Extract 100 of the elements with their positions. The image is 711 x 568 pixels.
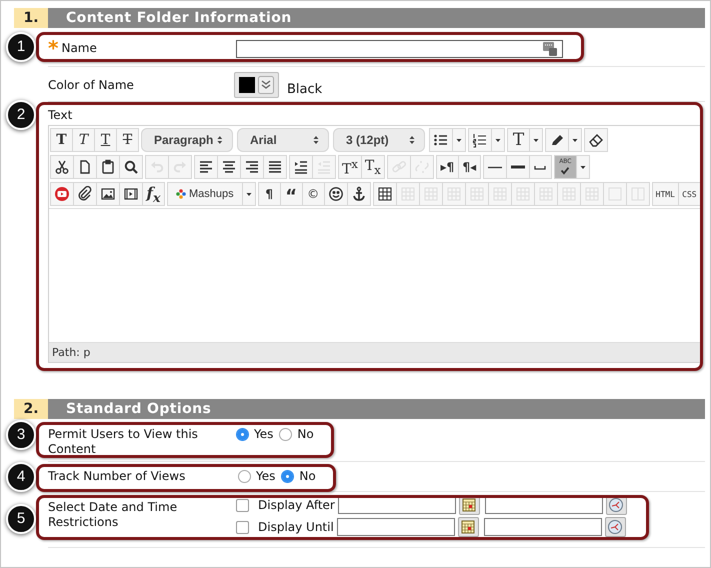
numbered-list-button[interactable]	[468, 128, 492, 152]
underline-button[interactable]: T	[94, 128, 117, 152]
anchor-icon	[350, 186, 367, 202]
dropdown[interactable]: Paragraph	[141, 128, 233, 152]
line-icon	[486, 166, 503, 168]
double-chevron-icon[interactable]	[258, 76, 274, 94]
thick-line-icon	[510, 165, 526, 169]
anchor-button[interactable]	[346, 182, 371, 206]
code-button[interactable]: HTML	[652, 182, 679, 206]
calendar-icon	[461, 520, 476, 534]
clock-button[interactable]	[604, 517, 626, 537]
justify-icon	[267, 159, 283, 175]
name-input[interactable]	[236, 40, 563, 58]
formula-button[interactable]: f$_{x}$	[142, 182, 165, 206]
scissors-icon	[54, 159, 70, 175]
checkbox[interactable]	[236, 520, 249, 534]
copy-button[interactable]	[73, 155, 97, 179]
option-label: Permit Users to View this Content	[48, 427, 199, 457]
align-left-button[interactable]	[194, 155, 218, 179]
play-icon	[54, 186, 70, 202]
italic-button[interactable]: T	[72, 128, 95, 152]
video-button[interactable]	[50, 182, 74, 206]
horizontal-line-button[interactable]	[482, 155, 507, 179]
align-center-button[interactable]	[217, 155, 241, 179]
copyright-button[interactable]: ©	[302, 182, 325, 206]
attach-button[interactable]	[73, 182, 97, 206]
field-tool-icon[interactable]	[543, 42, 557, 56]
calendar-icon	[462, 498, 476, 512]
right-to-left-button[interactable]: ¶◂	[458, 155, 481, 179]
table-icon	[376, 186, 393, 202]
dropdown-arrow-button[interactable]	[529, 128, 543, 152]
clock-icon	[607, 519, 624, 535]
radio-option[interactable]: Yes	[236, 427, 274, 441]
paragraph-mark-button[interactable]: ¶	[258, 182, 281, 206]
calendar-button[interactable]	[458, 517, 479, 537]
marker-icon	[549, 132, 565, 148]
date-input[interactable]	[338, 496, 456, 514]
clipboard-icon	[100, 159, 116, 175]
paste-button[interactable]	[96, 155, 120, 179]
radio-option[interactable]: No	[279, 427, 314, 441]
bullet-list-button[interactable]	[429, 128, 453, 152]
required-mark: *	[48, 41, 58, 55]
mashups-dropdown[interactable]: Mashups	[167, 182, 243, 206]
media-button[interactable]	[119, 182, 143, 206]
image-button[interactable]	[96, 182, 120, 206]
space-icon	[534, 164, 546, 170]
indent-button[interactable]	[289, 155, 313, 179]
space-button[interactable]	[528, 155, 552, 179]
dropdown-arrow-button[interactable]	[576, 155, 590, 179]
dropdown-arrow-button[interactable]	[491, 128, 505, 152]
align-left-icon	[198, 159, 214, 175]
indent-icon	[293, 159, 309, 175]
callout-number: 2	[6, 100, 36, 130]
section-title: Content Folder Information	[48, 8, 705, 28]
dots-icon	[176, 189, 186, 199]
left-to-right-button[interactable]: ▸¶	[436, 155, 459, 179]
time-input[interactable]	[484, 518, 602, 536]
table-button[interactable]	[372, 182, 397, 206]
cut-button[interactable]	[50, 155, 74, 179]
dropdown-arrow-button[interactable]	[568, 128, 582, 152]
search-icon	[123, 159, 139, 175]
color-picker[interactable]	[234, 72, 279, 98]
date-input[interactable]	[336, 518, 455, 536]
bold-button[interactable]: T	[50, 128, 73, 152]
time-input[interactable]	[484, 496, 603, 514]
clear-format-button[interactable]	[584, 128, 608, 152]
bullet-list-icon	[433, 132, 449, 148]
checkbox-label: Display Until	[258, 520, 334, 534]
superscript-button[interactable]: T$^{x}$	[338, 155, 362, 179]
callout-number: 3	[6, 420, 36, 450]
dropdown[interactable]: Arial	[237, 128, 329, 152]
checkbox-label: Display After	[258, 498, 335, 512]
find-button[interactable]	[119, 155, 143, 179]
smiley-icon	[328, 186, 344, 202]
dropdown[interactable]: 3 (12pt)	[333, 128, 425, 152]
subscript-button[interactable]: T$_{x}$	[360, 155, 385, 179]
align-right-button[interactable]	[240, 155, 264, 179]
updown-icon	[216, 135, 224, 145]
justify-button[interactable]	[263, 155, 287, 179]
element-path: Path: p	[52, 346, 90, 359]
emoticon-button[interactable]	[324, 182, 348, 206]
radio-option[interactable]: No	[281, 469, 316, 483]
paperclip-icon	[77, 186, 93, 202]
highlight-button[interactable]	[545, 128, 569, 152]
section-number: 2.	[14, 399, 48, 419]
thick-line-button[interactable]	[506, 155, 530, 179]
strikethrough-button[interactable]: T	[116, 128, 139, 152]
callout-number: 1	[6, 32, 36, 62]
image-icon	[100, 186, 116, 202]
code-button[interactable]: CSS	[678, 182, 701, 206]
quote-button[interactable]: “	[280, 182, 303, 206]
align-right-icon	[244, 159, 260, 175]
dropdown-arrow-button[interactable]	[242, 182, 256, 206]
checkbox[interactable]	[236, 498, 249, 512]
radio-option[interactable]: Yes	[238, 469, 276, 483]
field-label: Text	[48, 108, 74, 122]
option-label: Select Date and Time Restrictions	[48, 500, 178, 530]
text-color-button[interactable]: T	[507, 128, 530, 152]
dropdown-arrow-button[interactable]	[452, 128, 466, 152]
updown-icon	[312, 135, 320, 145]
